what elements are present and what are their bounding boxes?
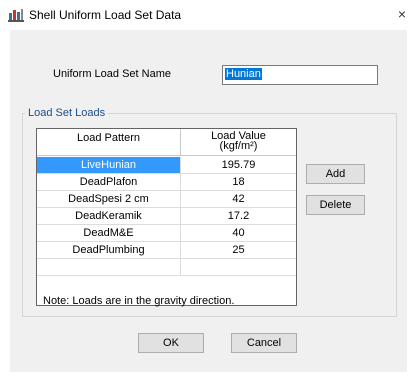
table-row[interactable]: DeadM&E 40 bbox=[37, 225, 296, 242]
load-value-cell[interactable]: 195.79 bbox=[181, 157, 296, 173]
load-set-loads-title: Load Set Loads bbox=[25, 107, 109, 119]
load-set-name-value: Hunian bbox=[225, 68, 262, 80]
load-pattern-cell[interactable]: DeadM&E bbox=[37, 225, 181, 241]
gravity-note: Note: Loads are in the gravity direction… bbox=[43, 295, 235, 307]
loads-grid[interactable]: Load Pattern Load Value (kgf/m²) LiveHun… bbox=[36, 128, 297, 306]
load-pattern-cell[interactable]: DeadPlumbing bbox=[37, 242, 181, 258]
close-icon[interactable]: × bbox=[391, 4, 413, 24]
ok-button[interactable]: OK bbox=[138, 333, 204, 353]
title-bar[interactable]: Shell Uniform Load Set Data × bbox=[0, 0, 417, 30]
load-pattern-cell[interactable]: DeadPlafon bbox=[37, 174, 181, 190]
window-title: Shell Uniform Load Set Data bbox=[29, 8, 182, 22]
app-icon bbox=[8, 8, 24, 22]
load-pattern-cell[interactable]: DeadKeramik bbox=[37, 208, 181, 224]
table-row[interactable]: DeadKeramik 17.2 bbox=[37, 208, 296, 225]
load-value-cell[interactable]: 17.2 bbox=[181, 208, 296, 224]
load-value-cell[interactable]: 42 bbox=[181, 191, 296, 207]
load-set-name-input[interactable]: Hunian bbox=[222, 65, 378, 85]
table-row[interactable]: DeadPlafon 18 bbox=[37, 174, 296, 191]
table-row-empty[interactable] bbox=[37, 259, 296, 276]
add-button[interactable]: Add bbox=[306, 164, 365, 184]
load-pattern-cell[interactable]: LiveHunian bbox=[37, 157, 181, 173]
grid-header: Load Pattern Load Value (kgf/m²) bbox=[37, 129, 296, 156]
load-value-cell[interactable]: 18 bbox=[181, 174, 296, 190]
column-header-load-pattern[interactable]: Load Pattern bbox=[37, 129, 181, 156]
cancel-button[interactable]: Cancel bbox=[231, 333, 297, 353]
load-set-name-label: Uniform Load Set Name bbox=[53, 68, 171, 80]
column-header-load-value[interactable]: Load Value (kgf/m²) bbox=[181, 129, 296, 156]
dialog-body: Uniform Load Set Name Hunian Load Set Lo… bbox=[10, 30, 407, 372]
table-row[interactable]: DeadSpesi 2 cm 42 bbox=[37, 191, 296, 208]
table-row[interactable]: LiveHunian 195.79 bbox=[37, 157, 296, 174]
load-value-cell[interactable]: 25 bbox=[181, 242, 296, 258]
load-value-cell[interactable]: 40 bbox=[181, 225, 296, 241]
load-pattern-cell[interactable]: DeadSpesi 2 cm bbox=[37, 191, 181, 207]
load-value-cell-empty[interactable] bbox=[181, 259, 296, 275]
load-value-header-unit: (kgf/m²) bbox=[219, 140, 258, 152]
delete-button[interactable]: Delete bbox=[306, 195, 365, 215]
table-row[interactable]: DeadPlumbing 25 bbox=[37, 242, 296, 259]
load-pattern-cell-empty[interactable] bbox=[37, 259, 181, 275]
